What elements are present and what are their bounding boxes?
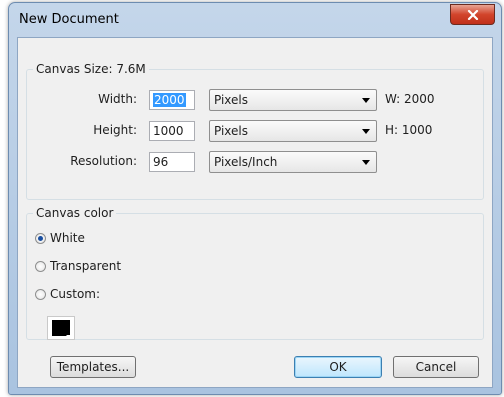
dialog-title: New Document xyxy=(19,12,119,27)
height-input[interactable]: 1000 xyxy=(149,121,195,141)
width-label: Width: xyxy=(98,92,137,106)
radio-button[interactable] xyxy=(35,260,46,272)
resolution-input[interactable]: 96 xyxy=(149,152,195,172)
height-value: 1000 xyxy=(153,124,184,138)
radio-custom[interactable]: Custom: xyxy=(35,286,100,302)
height-unit-select[interactable]: Pixels xyxy=(209,120,377,142)
resolution-value: 96 xyxy=(153,155,169,169)
radio-white-label: White xyxy=(50,231,85,245)
title-bar[interactable]: New Document xyxy=(9,3,501,37)
close-icon xyxy=(467,9,478,20)
close-button[interactable] xyxy=(450,4,495,25)
radio-transparent-label: Transparent xyxy=(50,259,122,273)
ok-button[interactable]: OK xyxy=(294,356,382,378)
chevron-down-icon xyxy=(362,129,370,134)
custom-color-picker[interactable] xyxy=(47,316,75,340)
chevron-down-icon xyxy=(362,98,370,103)
chevron-down-icon xyxy=(362,160,370,165)
canvas-size-group: Canvas Size: 7.6M Width: 2000 Pixels W: … xyxy=(26,62,484,200)
canvas-color-legend: Canvas color xyxy=(36,206,114,220)
radio-button[interactable] xyxy=(35,288,46,300)
resolution-unit-value: Pixels/Inch xyxy=(214,155,278,169)
width-readout: W: 2000 xyxy=(385,92,435,106)
width-input[interactable]: 2000 xyxy=(149,90,195,110)
resolution-unit-select[interactable]: Pixels/Inch xyxy=(209,151,377,173)
canvas-color-group: Canvas color White Transparent Custom: xyxy=(26,206,484,340)
radio-button-selected[interactable] xyxy=(35,232,46,244)
width-unit-select[interactable]: Pixels xyxy=(209,89,377,111)
templates-button[interactable]: Templates... xyxy=(50,356,136,378)
radio-white[interactable]: White xyxy=(35,230,85,246)
height-unit-value: Pixels xyxy=(214,124,249,138)
resolution-label: Resolution: xyxy=(70,154,137,168)
radio-custom-label: Custom: xyxy=(50,287,101,301)
color-swatch xyxy=(52,320,70,336)
canvas-size-legend: Canvas Size: 7.6M xyxy=(36,62,146,76)
dialog-content: Canvas Size: 7.6M Width: 2000 Pixels W: … xyxy=(17,37,493,388)
height-label: Height: xyxy=(93,123,137,137)
width-unit-value: Pixels xyxy=(214,93,249,107)
new-document-dialog: New Document Canvas Size: 7.6M Width: 20… xyxy=(8,2,502,395)
radio-transparent[interactable]: Transparent xyxy=(35,258,121,274)
height-readout: H: 1000 xyxy=(385,123,433,137)
caret-down-icon xyxy=(66,335,72,338)
cancel-button[interactable]: Cancel xyxy=(393,356,479,378)
width-value: 2000 xyxy=(153,93,186,107)
